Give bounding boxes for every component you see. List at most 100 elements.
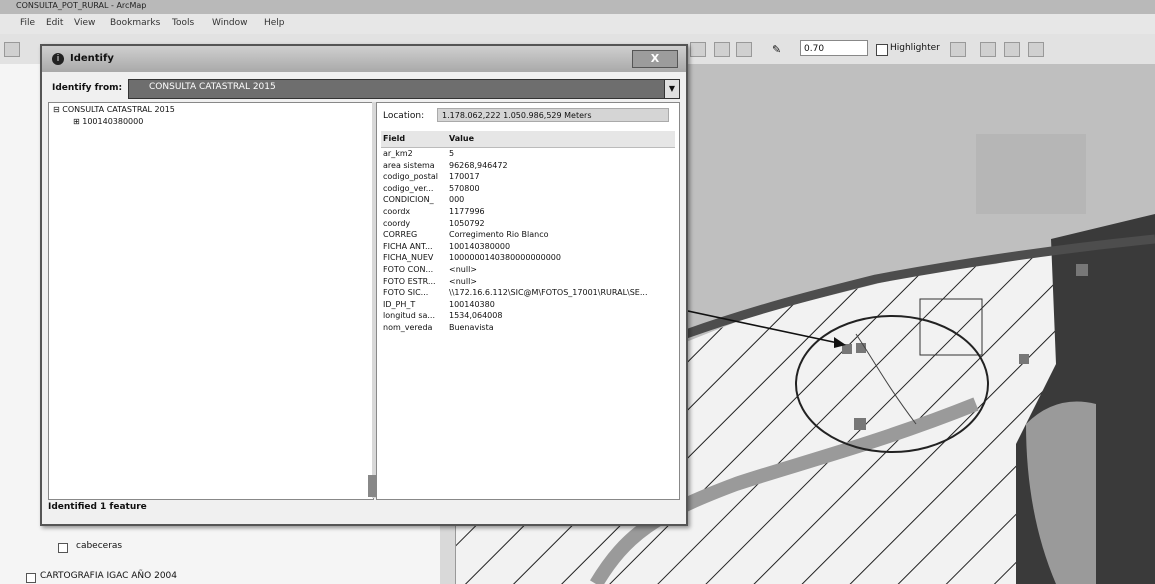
table-row[interactable]: nom_vereda Buenavista <box>381 322 675 334</box>
field-name: FOTO ESTR... <box>383 276 436 286</box>
identify-from-value: CONSULTA CATASTRAL 2015 <box>149 82 276 92</box>
field-value: 000 <box>449 195 465 205</box>
map-parcel-area <box>976 134 1086 214</box>
toolbar-button-d[interactable] <box>950 42 966 57</box>
field-name: coordy <box>383 218 411 228</box>
chevron-down-icon[interactable]: ▼ <box>664 80 679 98</box>
field-value: 1177996 <box>449 206 485 216</box>
field-value: Corregimento Rio Blanco <box>449 230 549 240</box>
menu-bar: File Edit View Bookmarks Tools Window He… <box>0 14 1155 34</box>
app-titlebar: CONSULTA_POT_RURAL - ArcMap <box>0 0 1155 14</box>
field-value: 170017 <box>449 172 480 182</box>
field-value: 1534,064008 <box>449 311 503 321</box>
toc-item-cartografia[interactable]: CARTOGRAFIA IGAC AÑO 2004 <box>40 571 177 581</box>
table-row[interactable]: FICHA_NUEV 1000000140380000000000 <box>381 252 675 264</box>
table-row[interactable]: FICHA ANT... 100140380000 <box>381 241 675 253</box>
parcel-square-3 <box>854 418 866 430</box>
close-button[interactable]: X <box>632 50 678 68</box>
field-value: <null> <box>449 276 477 286</box>
highlighter-label: Highlighter <box>890 43 940 53</box>
toolbar-button-e[interactable] <box>1004 42 1020 57</box>
attributes-pane: Location: 1.178.062,222 1.050.986,529 Me… <box>376 102 680 500</box>
tree-scrollbar[interactable] <box>368 475 376 497</box>
table-row[interactable]: FOTO SIC... \\172.16.6.112\SIC@M\FOTOS_17… <box>381 287 675 299</box>
field-column-header[interactable]: Field <box>383 134 405 143</box>
identify-status: Identified 1 feature <box>48 502 147 512</box>
grid-header: Field Value <box>381 131 675 148</box>
menu-tools[interactable]: Tools <box>172 18 194 28</box>
table-row[interactable]: ar_km2 5 <box>381 148 675 160</box>
table-row[interactable]: FOTO ESTR... <null> <box>381 276 675 288</box>
binoculars-icon[interactable] <box>980 42 996 57</box>
table-row[interactable]: coordx 1177996 <box>381 206 675 218</box>
location-label: Location: <box>383 111 425 121</box>
table-row[interactable]: ID_PH_T 100140380 <box>381 299 675 311</box>
field-value: 570800 <box>449 183 480 193</box>
tree-feature-label: 100140380000 <box>82 117 144 126</box>
menu-file[interactable]: File <box>20 18 35 28</box>
identify-results-tree[interactable]: ⊟ CONSULTA CATASTRAL 2015 ⊞ 100140380000 <box>48 102 374 500</box>
field-name: codigo_postal <box>383 172 438 182</box>
parcel-square-4 <box>1019 354 1029 364</box>
info-icon: i <box>52 53 64 65</box>
field-name: ID_PH_T <box>383 299 416 309</box>
toolbar-button-b[interactable] <box>714 42 730 57</box>
identify-dialog: i Identify X Identify from: CONSULTA CAT… <box>40 44 688 526</box>
parcel-square-1 <box>842 344 852 354</box>
tree-layer-label: CONSULTA CATASTRAL 2015 <box>62 105 175 114</box>
field-name: CORREG <box>383 230 418 240</box>
toolbar-button-f[interactable] <box>1028 42 1044 57</box>
field-value: 100140380000 <box>449 241 511 251</box>
field-value: <null> <box>449 264 477 274</box>
pen-icon[interactable]: ✎ <box>772 43 781 56</box>
menu-edit[interactable]: Edit <box>46 18 63 28</box>
toc-checkbox-cartografia[interactable] <box>26 573 36 583</box>
expand-icon[interactable]: ⊞ <box>73 117 80 126</box>
identify-from-select[interactable]: CONSULTA CATASTRAL 2015 ▼ <box>128 79 680 99</box>
menu-help[interactable]: Help <box>264 18 285 28</box>
field-value: 1050792 <box>449 218 485 228</box>
toc-item-cabeceras[interactable]: cabeceras <box>76 541 122 551</box>
table-row[interactable]: FOTO CON... <null> <box>381 264 675 276</box>
field-name: nom_vereda <box>383 322 433 332</box>
table-row[interactable]: longitud sa... 1534,064008 <box>381 310 675 322</box>
tree-feature-node[interactable]: ⊞ 100140380000 <box>73 117 143 126</box>
menu-view[interactable]: View <box>74 18 95 28</box>
line-width-select[interactable]: 0.70 <box>800 40 868 56</box>
app-title: CONSULTA_POT_RURAL - ArcMap <box>16 1 147 10</box>
field-value: 1000000140380000000000 <box>449 253 561 263</box>
attribute-grid: Field Value ar_km2 5 area sistema 96268,94… <box>381 131 675 334</box>
table-row[interactable]: coordy 1050792 <box>381 218 675 230</box>
table-row[interactable]: area sistema 96268,946472 <box>381 160 675 172</box>
highlighter-checkbox[interactable] <box>876 44 888 56</box>
parcel-square-5 <box>1076 264 1088 276</box>
table-row[interactable]: codigo_postal 170017 <box>381 171 675 183</box>
menu-bookmarks[interactable]: Bookmarks <box>110 18 160 28</box>
toolbar-button-a[interactable] <box>690 42 706 57</box>
table-row[interactable]: CONDICION_ 000 <box>381 194 675 206</box>
identify-titlebar[interactable]: i Identify X <box>42 46 686 72</box>
menu-window[interactable]: Window <box>212 18 248 28</box>
field-name: CONDICION_ <box>383 195 434 205</box>
field-value[interactable]: \\172.16.6.112\SIC@M\FOTOS_17001\RURAL\S… <box>449 287 675 299</box>
table-row[interactable]: codigo_ver... 570800 <box>381 183 675 195</box>
table-row[interactable]: CORREG Corregimento Rio Blanco <box>381 229 675 241</box>
tree-layer-node[interactable]: ⊟ CONSULTA CATASTRAL 2015 <box>53 105 175 114</box>
field-name: FOTO SIC... <box>383 288 429 298</box>
value-column-header[interactable]: Value <box>449 134 474 143</box>
field-name: codigo_ver... <box>383 183 434 193</box>
toc-checkbox-cabeceras[interactable] <box>58 543 68 553</box>
identify-title: Identify <box>70 53 114 64</box>
field-name: coordx <box>383 206 411 216</box>
field-value: 5 <box>449 149 455 158</box>
field-value: Buenavista <box>449 322 494 332</box>
field-name: FOTO CON... <box>383 264 434 274</box>
toolbar-button-c[interactable] <box>736 42 752 57</box>
field-name: ar_km2 <box>383 149 413 158</box>
field-name: FICHA_NUEV <box>383 253 434 263</box>
field-name: area sistema <box>383 160 435 170</box>
field-name: FICHA ANT... <box>383 241 433 251</box>
location-value: 1.178.062,222 1.050.986,529 Meters <box>437 108 669 122</box>
open-icon[interactable] <box>4 42 20 57</box>
collapse-icon[interactable]: ⊟ <box>53 105 60 114</box>
